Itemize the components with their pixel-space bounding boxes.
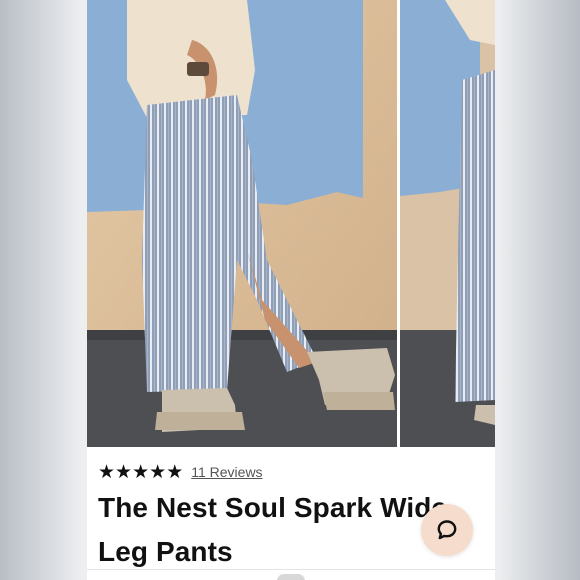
reviews-link[interactable]: 11 Reviews — [191, 464, 262, 480]
star-icon: ★ — [132, 460, 150, 483]
product-image-gallery[interactable] — [87, 0, 495, 447]
rating-row: ★ ★ ★ ★ ★ 11 Reviews — [98, 460, 263, 484]
chat-bubble-icon — [437, 520, 457, 540]
star-icon: ★ — [166, 460, 184, 483]
scroll-indicator — [277, 574, 305, 580]
product-page: ★ ★ ★ ★ ★ 11 Reviews The Nest Soul Spark… — [87, 0, 495, 580]
star-icon: ★ — [149, 460, 167, 483]
star-rating: ★ ★ ★ ★ ★ — [98, 460, 184, 483]
star-icon: ★ — [98, 460, 116, 483]
divider — [87, 569, 495, 570]
product-photo-main-image — [87, 0, 397, 447]
chat-button[interactable] — [421, 504, 473, 556]
product-photo-next[interactable] — [400, 0, 495, 447]
star-icon: ★ — [115, 460, 133, 483]
product-photo-next-image — [400, 0, 495, 447]
product-photo-main[interactable] — [87, 0, 397, 447]
